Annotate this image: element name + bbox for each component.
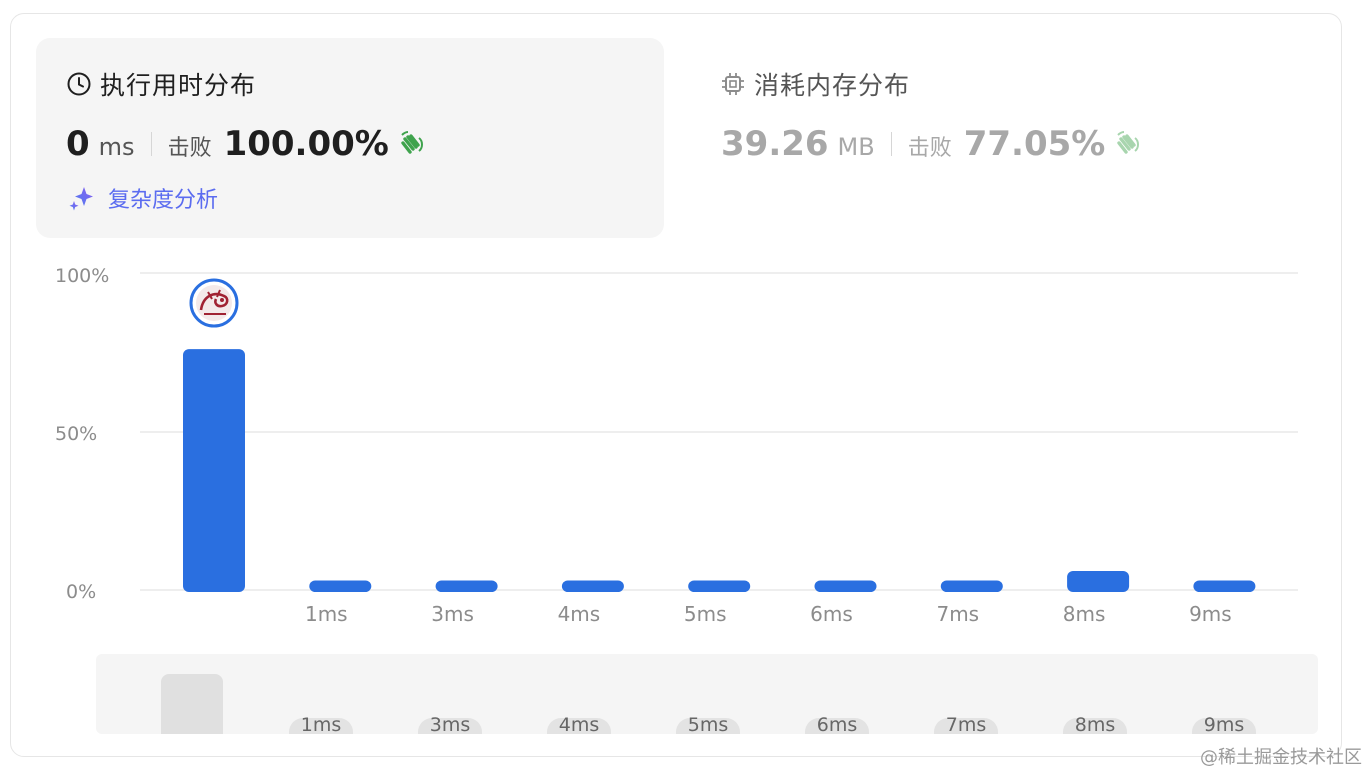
bar-0ms[interactable] xyxy=(183,349,245,592)
range-selector[interactable]: 1ms 3ms 4ms 5ms 6ms 7ms 8ms 9ms xyxy=(96,654,1318,734)
brush-tick-label: 9ms xyxy=(1203,714,1245,734)
bar-9ms[interactable] xyxy=(1193,580,1256,592)
bar-4ms[interactable] xyxy=(561,580,624,592)
x-tick-label: 9ms xyxy=(1189,602,1232,626)
bar-6ms[interactable] xyxy=(814,580,877,592)
x-tick-label: 7ms xyxy=(936,602,980,626)
brush-tick-label: 3ms xyxy=(429,714,471,734)
brush-tick-label: 5ms xyxy=(687,714,729,734)
x-tick-label: 6ms xyxy=(810,602,853,626)
watermark: @稀土掘金技术社区 xyxy=(1200,747,1362,768)
bar-5ms[interactable] xyxy=(688,580,751,592)
brush-tick-label: 7ms xyxy=(945,714,987,734)
x-tick-label: 4ms xyxy=(557,602,601,626)
bar-1ms[interactable] xyxy=(309,580,372,592)
range-handle[interactable] xyxy=(161,674,223,734)
bar-7ms[interactable] xyxy=(940,580,1003,592)
x-tick-label: 3ms xyxy=(431,602,474,626)
brush-tick-label: 6ms xyxy=(816,714,858,734)
user-avatar xyxy=(189,278,239,328)
bar-8ms[interactable] xyxy=(1067,570,1130,592)
x-tick-label: 1ms xyxy=(304,602,348,626)
x-tick-label: 5ms xyxy=(683,602,727,626)
x-tick-label: 8ms xyxy=(1062,602,1106,626)
brush-tick-label: 8ms xyxy=(1074,714,1116,734)
brush-tick-label: 1ms xyxy=(300,714,342,734)
bar-3ms[interactable] xyxy=(435,580,498,592)
brush-tick-label: 4ms xyxy=(558,714,600,734)
